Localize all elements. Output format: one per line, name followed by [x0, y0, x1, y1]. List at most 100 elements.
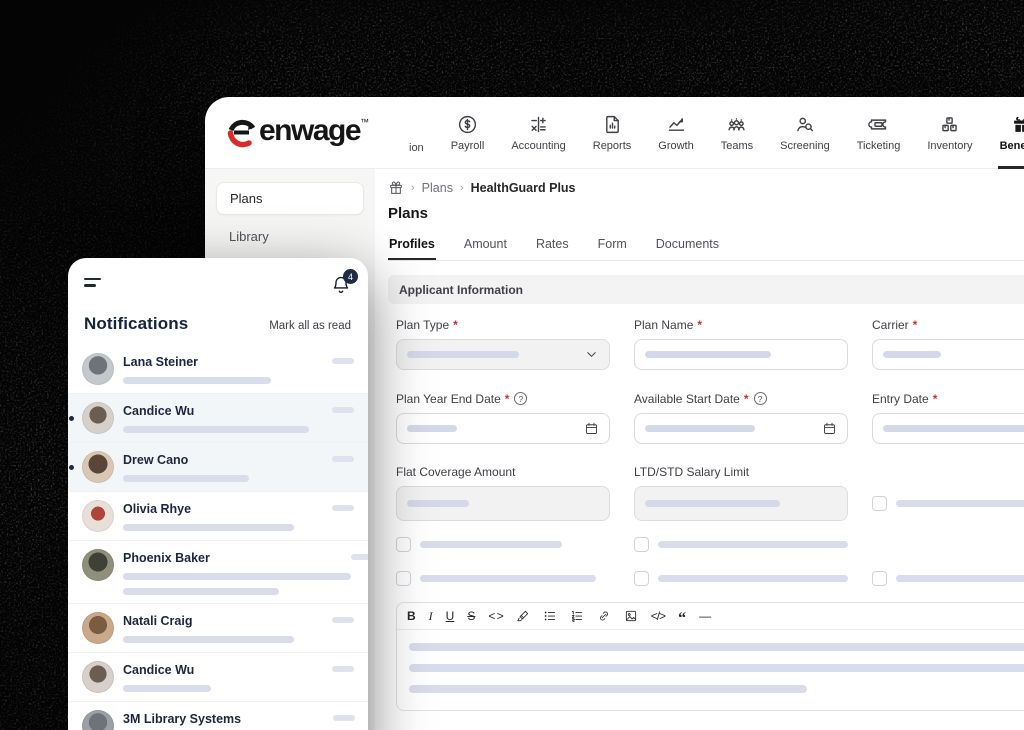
timestamp-placeholder [351, 554, 368, 560]
calendar-icon [584, 421, 599, 436]
strikethrough-button[interactable]: S [467, 610, 475, 622]
carrier-input[interactable] [872, 339, 1024, 370]
checkbox[interactable] [634, 571, 649, 586]
image-button[interactable] [624, 609, 638, 623]
plan-type-select[interactable] [396, 339, 610, 370]
checkbox[interactable] [872, 571, 887, 586]
nav-item-growth[interactable]: Growth [656, 97, 695, 169]
timestamp-placeholder [333, 715, 355, 721]
nav-item-inventory[interactable]: Inventory [925, 97, 974, 169]
link-button[interactable] [597, 609, 611, 623]
nav-item-benefits[interactable]: Benefits [998, 97, 1024, 169]
flat-coverage-amount-input[interactable] [396, 486, 610, 521]
avatar [82, 710, 114, 730]
blockquote-button[interactable]: “ [678, 611, 686, 627]
notification-item[interactable]: Drew Cano [68, 443, 368, 492]
breadcrumb-plans[interactable]: Plans [422, 181, 453, 195]
reports-icon [602, 114, 623, 135]
tab-form[interactable]: Form [597, 237, 628, 260]
notification-item[interactable]: Candice Wu [68, 394, 368, 443]
checkbox[interactable] [634, 537, 649, 552]
available-start-date-label: Available Start Date* ? [634, 391, 848, 406]
help-icon[interactable]: ? [514, 392, 527, 405]
notification-item[interactable]: Natali Craig [68, 604, 368, 653]
checkbox[interactable] [396, 537, 411, 552]
notification-sender: Natali Craig [123, 614, 332, 628]
nav-item-screening[interactable]: Screening [778, 97, 832, 169]
menu-icon[interactable] [84, 275, 102, 291]
sidebar-item-library[interactable]: Library [216, 221, 364, 252]
underline-button[interactable]: U [446, 610, 455, 622]
timestamp-placeholder [332, 407, 354, 413]
entry-date-input[interactable] [872, 413, 1024, 444]
tab-documents[interactable]: Documents [655, 237, 720, 260]
unread-dot-icon [69, 416, 74, 421]
avatar [82, 612, 114, 644]
timestamp-placeholder [332, 358, 354, 364]
ticketing-icon [868, 114, 889, 135]
form-row-2: Plan Year End Date* ? Available Start Da… [388, 391, 1024, 444]
numbered-list-button[interactable] [570, 609, 584, 623]
inline-code-button[interactable]: < > [488, 610, 502, 622]
top-navigation: ion Payroll Accounting [407, 97, 1024, 169]
plan-year-end-date-input[interactable] [396, 413, 610, 444]
highlight-button[interactable] [516, 609, 530, 623]
carrier-label: Carrier* [872, 317, 1024, 332]
content-area: › Plans › HealthGuard Plus Plans Profile… [375, 169, 1024, 730]
horizontal-rule-button[interactable]: — [699, 610, 711, 622]
bold-button[interactable]: B [407, 610, 416, 622]
tab-amount[interactable]: Amount [463, 237, 508, 260]
section-applicant-information: Applicant Information [388, 275, 1024, 304]
notification-badge: 4 [343, 269, 358, 284]
image-icon [624, 609, 638, 623]
notification-bell[interactable]: 4 [331, 275, 351, 300]
inventory-icon [939, 114, 960, 135]
nav-item-partial-left[interactable]: ion [407, 97, 426, 169]
notification-item[interactable]: Candice Wu [68, 653, 368, 702]
sidebar-item-plans[interactable]: Plans [216, 182, 364, 215]
mark-all-as-read-link[interactable]: Mark all as read [269, 320, 351, 332]
ltd-std-salary-limit-input[interactable] [634, 486, 848, 521]
breadcrumb-current: HealthGuard Plus [471, 181, 576, 195]
gift-icon[interactable] [388, 180, 404, 196]
help-icon[interactable]: ? [754, 392, 767, 405]
screening-icon [794, 114, 815, 135]
tab-rates[interactable]: Rates [535, 237, 570, 260]
italic-button[interactable]: I [429, 610, 433, 622]
breadcrumb-separator: › [460, 182, 464, 194]
checkbox[interactable] [396, 571, 411, 586]
notification-item[interactable]: Olivia Rhye [68, 492, 368, 541]
form-row-1: Plan Type* Plan Name* [388, 317, 1024, 370]
bulleted-list-button[interactable] [543, 609, 557, 623]
nav-item-payroll[interactable]: Payroll [449, 97, 487, 169]
editor-content[interactable] [397, 630, 1024, 710]
checkbox-option [872, 495, 1024, 511]
checkbox[interactable] [872, 496, 887, 511]
brand-name: enwage [259, 116, 360, 146]
teams-icon [726, 114, 747, 135]
available-start-date-input[interactable] [634, 413, 848, 444]
flat-coverage-amount-label: Flat Coverage Amount [396, 464, 610, 479]
avatar [82, 549, 114, 581]
notification-item[interactable]: Phoenix Baker [68, 541, 368, 604]
avatar [82, 661, 114, 693]
bulleted-list-icon [543, 609, 557, 623]
notification-item[interactable]: Lana Steiner [68, 345, 368, 394]
benefits-icon [1011, 114, 1024, 135]
notification-sender: Drew Cano [123, 453, 332, 467]
code-block-button[interactable]: </> [651, 610, 665, 622]
timestamp-placeholder [332, 505, 354, 511]
nav-item-reports[interactable]: Reports [591, 97, 634, 169]
plan-name-input[interactable] [634, 339, 848, 370]
breadcrumb: › Plans › HealthGuard Plus [388, 180, 1024, 196]
page-title: Plans [388, 205, 1024, 222]
notification-item[interactable]: 3M Library Systems [68, 702, 368, 730]
notifications-panel: 4 Notifications Mark all as read Lana St… [68, 258, 368, 730]
brand-logo[interactable]: enwage ™ [225, 116, 407, 150]
nav-item-teams[interactable]: Teams [719, 97, 755, 169]
nav-item-ticketing[interactable]: Ticketing [855, 97, 903, 169]
tab-profiles[interactable]: Profiles [388, 237, 436, 260]
avatar [82, 500, 114, 532]
nav-item-accounting[interactable]: Accounting [509, 97, 567, 169]
app-header: enwage ™ ion Payroll Accounting [205, 97, 1024, 169]
